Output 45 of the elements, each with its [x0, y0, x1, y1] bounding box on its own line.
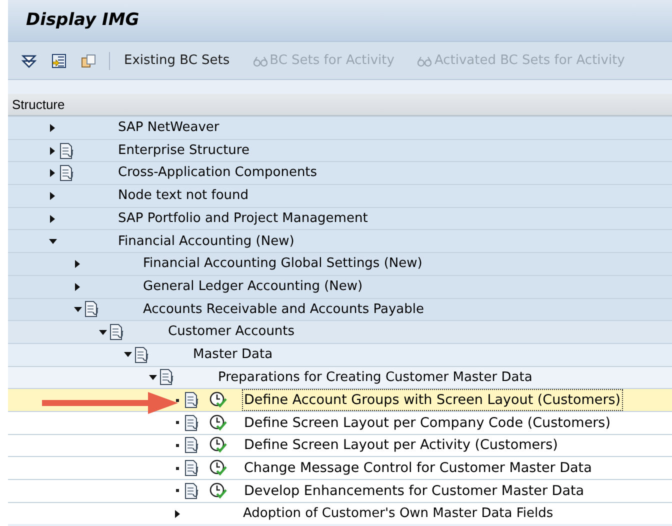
document-icon[interactable] — [84, 300, 100, 318]
node-label[interactable]: Node text not found — [117, 186, 250, 206]
expand-arrow-icon[interactable] — [50, 192, 55, 200]
document-icon[interactable] — [184, 482, 200, 500]
expand-arrow-icon[interactable] — [175, 510, 180, 518]
document-icon[interactable] — [184, 436, 200, 454]
node-label[interactable]: Enterprise Structure — [117, 140, 250, 160]
documents-icon[interactable] — [81, 52, 97, 68]
expand-arrow-icon[interactable] — [50, 146, 55, 155]
node-label[interactable]: Master Data — [192, 344, 274, 364]
document-icon[interactable] — [51, 52, 67, 68]
collapse-arrow-icon[interactable] — [148, 374, 156, 380]
document-icon[interactable] — [184, 391, 200, 410]
window-title: Display IMG — [26, 8, 140, 32]
expand-arrow-icon[interactable] — [50, 124, 55, 132]
document-icon[interactable] — [184, 414, 200, 432]
bullet-icon — [176, 444, 179, 447]
clock-check-icon[interactable] — [209, 459, 228, 478]
collapse-arrow-icon[interactable] — [48, 238, 56, 244]
bullet-icon — [176, 466, 179, 470]
bullet-icon — [176, 489, 179, 492]
bullet-icon — [176, 421, 179, 424]
collapse-arrow-icon[interactable] — [74, 306, 82, 312]
clock-check-icon[interactable] — [209, 482, 228, 500]
clock-check-icon[interactable] — [209, 436, 228, 454]
expand-arrow-icon[interactable] — [75, 282, 80, 291]
node-label[interactable]: SAP NetWeaver — [117, 118, 220, 138]
collapse-arrow-icon[interactable] — [124, 352, 132, 358]
filter-icon[interactable] — [21, 52, 37, 68]
clock-check-icon[interactable] — [209, 391, 228, 410]
node-label[interactable]: Customer Accounts — [167, 322, 296, 342]
document-icon[interactable] — [59, 164, 75, 182]
expand-arrow-icon[interactable] — [50, 214, 55, 223]
column-header: Structure — [12, 96, 65, 114]
document-icon[interactable] — [59, 142, 75, 160]
document-icon[interactable] — [159, 368, 175, 386]
expand-arrow-icon[interactable] — [50, 169, 55, 178]
bullet-icon — [176, 398, 179, 402]
expand-arrow-icon[interactable] — [75, 260, 80, 268]
clock-check-icon[interactable] — [209, 414, 228, 432]
document-icon[interactable] — [134, 346, 150, 364]
collapse-arrow-icon[interactable] — [98, 330, 106, 335]
document-icon[interactable] — [109, 323, 125, 342]
toolbar-button[interactable]: Existing BC Sets — [124, 50, 230, 70]
document-icon[interactable] — [184, 459, 200, 478]
